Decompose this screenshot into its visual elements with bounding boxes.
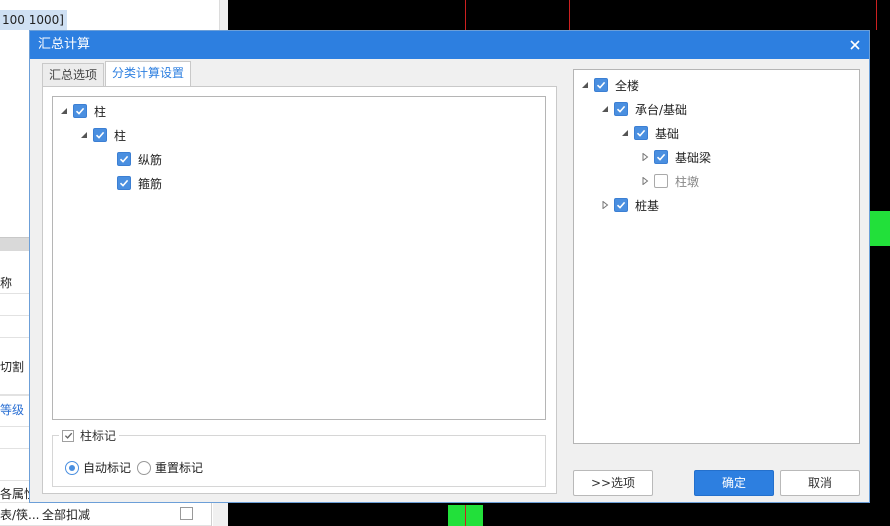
tree-node[interactable]: 基础梁 <box>638 149 711 165</box>
property-name-link[interactable]: 等级 <box>0 401 24 418</box>
radio-reset-mark[interactable]: 重置标记 <box>137 459 203 476</box>
tree-node-label: 柱墩 <box>675 174 700 189</box>
property-value[interactable]: 全部扣减 <box>42 506 90 523</box>
tree-node[interactable]: 箍筋 <box>117 175 162 191</box>
property-checkbox[interactable] <box>180 507 193 520</box>
cancel-button[interactable]: 取消 <box>780 470 860 496</box>
tree-node-label: 基础 <box>655 126 680 141</box>
expand-triangle-icon[interactable] <box>578 77 592 93</box>
grid-axis-line <box>465 0 466 30</box>
close-icon[interactable] <box>847 37 863 53</box>
ok-button[interactable]: 确定 <box>694 470 774 496</box>
tree-node[interactable]: 纵筋 <box>117 151 162 167</box>
grid-axis-line <box>569 0 570 30</box>
property-name: 切割 <box>0 360 25 374</box>
tab-panel: 柱 柱 纵筋 箍筋 柱标记 自动标记 重置标记 <box>42 86 557 494</box>
tree-node-label: 基础梁 <box>675 150 712 165</box>
expand-triangle-icon[interactable] <box>57 103 71 119</box>
tree-node-label: 箍筋 <box>138 176 163 191</box>
checkbox-checked-icon[interactable] <box>614 102 628 116</box>
checkbox-checked-icon[interactable] <box>73 104 87 118</box>
column-element[interactable] <box>870 211 890 246</box>
checkbox-checked-icon[interactable] <box>117 176 131 190</box>
coordinate-readout: 100 1000] <box>0 10 67 30</box>
column-mark-group: 柱标记 自动标记 重置标记 <box>52 427 546 487</box>
tree-node-label: 纵筋 <box>138 152 163 167</box>
property-name: 称 <box>0 276 13 290</box>
column-mark-legend[interactable]: 柱标记 <box>59 427 120 444</box>
checkbox-checked-icon[interactable] <box>93 128 107 142</box>
radio-label: 重置标记 <box>155 461 204 475</box>
collapse-triangle-icon[interactable] <box>598 197 612 213</box>
checkbox-checked-icon[interactable] <box>654 150 668 164</box>
tree-node[interactable]: 全楼 <box>578 77 639 93</box>
tree-node-label: 柱 <box>114 128 127 143</box>
grid-axis-line <box>876 0 877 30</box>
checkbox-checked-icon[interactable] <box>117 152 131 166</box>
options-button[interactable]: >>选项 <box>573 470 653 496</box>
tab-summary-options[interactable]: 汇总选项 <box>42 63 105 87</box>
tree-node[interactable]: 柱墩 <box>638 173 699 189</box>
checkbox-checked-icon[interactable] <box>634 126 648 140</box>
tree-node-label: 柱 <box>94 104 107 119</box>
tree-node-label: 桩基 <box>635 198 660 213</box>
checkbox-checked-icon[interactable] <box>62 429 74 442</box>
radio-auto-mark[interactable]: 自动标记 <box>65 459 131 476</box>
collapse-triangle-icon[interactable] <box>638 173 652 189</box>
grid-axis-line <box>465 505 466 526</box>
tree-node[interactable]: 承台/基础 <box>598 101 687 117</box>
dialog-titlebar[interactable]: 汇总计算 <box>30 31 869 59</box>
radio-selected-icon[interactable] <box>65 460 79 475</box>
tree-node-label: 全楼 <box>615 78 640 93</box>
expand-triangle-icon[interactable] <box>77 127 91 143</box>
component-tree: 柱 柱 纵筋 箍筋 <box>52 96 546 420</box>
tree-node[interactable]: 柱 <box>57 103 106 119</box>
expand-triangle-icon[interactable] <box>598 101 612 117</box>
floor-tree: 全楼 承台/基础 基础 基础梁 柱墩 桩基 <box>573 69 860 444</box>
expand-triangle-icon[interactable] <box>618 125 632 141</box>
tree-node-label: 承台/基础 <box>635 102 688 117</box>
column-mark-label: 柱标记 <box>80 429 117 443</box>
tree-node[interactable]: 桩基 <box>598 197 659 213</box>
checkbox-checked-icon[interactable] <box>594 78 608 92</box>
radio-label: 自动标记 <box>83 461 132 475</box>
radio-unselected-icon[interactable] <box>137 460 151 475</box>
checkbox-unchecked-icon[interactable] <box>654 174 668 188</box>
tab-category-settings[interactable]: 分类计算设置 <box>105 61 192 87</box>
summary-calc-dialog: 汇总计算 汇总选项 分类计算设置 柱 柱 纵筋 箍筋 柱标记 自动标记 重置标记… <box>29 30 870 503</box>
checkbox-checked-icon[interactable] <box>614 198 628 212</box>
tree-node[interactable]: 柱 <box>77 127 126 143</box>
collapse-triangle-icon[interactable] <box>638 149 652 165</box>
dialog-title: 汇总计算 <box>38 37 91 52</box>
tree-node[interactable]: 基础 <box>618 125 679 141</box>
property-name: 表/筷... <box>0 508 40 522</box>
property-row[interactable]: 表/筷... 全部扣减 <box>0 503 211 526</box>
